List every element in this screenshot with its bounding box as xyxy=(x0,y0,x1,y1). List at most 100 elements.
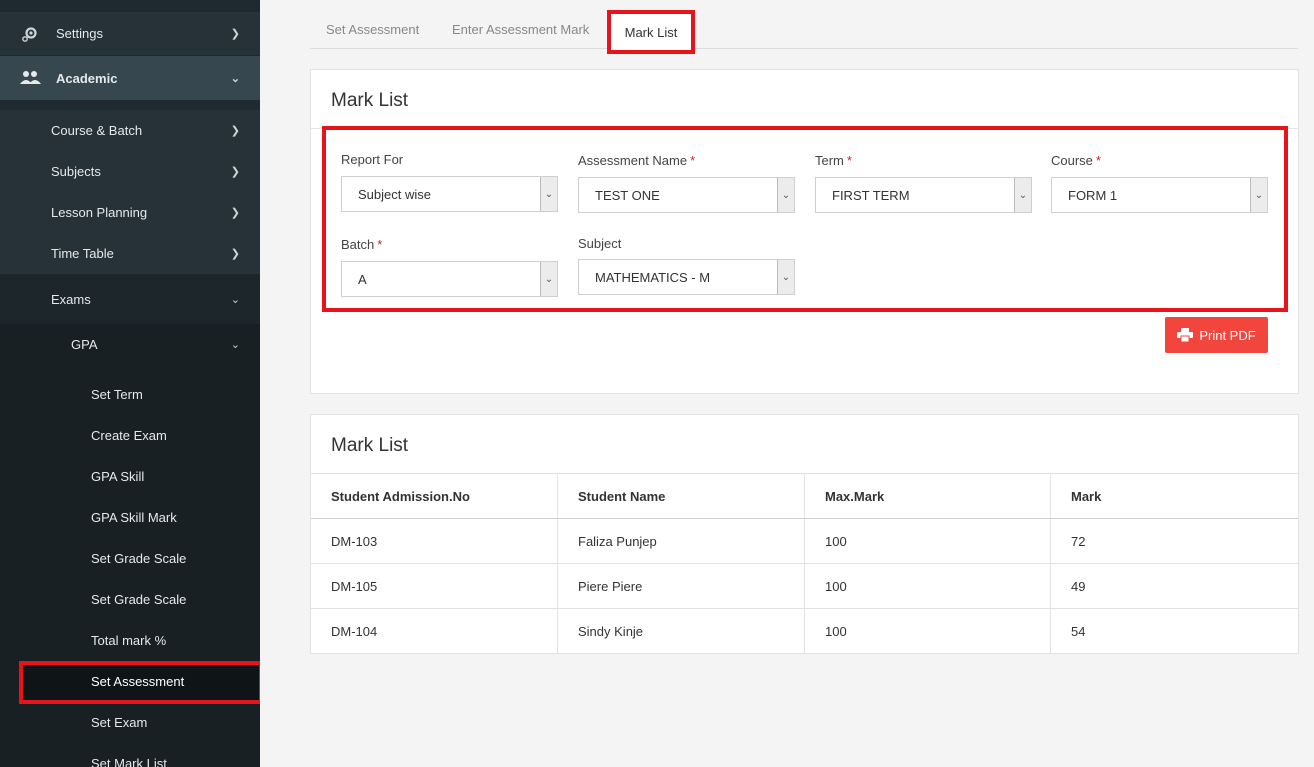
table-cell: Faliza Punjep xyxy=(558,519,805,563)
required-mark: * xyxy=(846,153,852,168)
sidebar-item-set-exam[interactable]: Set Exam xyxy=(0,702,260,743)
sidebar-item-total-mark[interactable]: Total mark % xyxy=(0,620,260,661)
course-label: Course * xyxy=(1051,153,1101,168)
sidebar-item-label: Set Assessment xyxy=(91,674,185,689)
gear-icon xyxy=(22,26,37,42)
term-label: Term * xyxy=(815,153,852,168)
label-text: Term xyxy=(815,153,844,168)
batch-select[interactable]: A ⌄ xyxy=(341,261,558,297)
sidebar-item-label: Course & Batch xyxy=(51,123,143,138)
tab-bar: Set Assessment Enter Assessment Mark Mar… xyxy=(310,10,1298,54)
table-row: DM-103 Faliza Punjep 100 72 xyxy=(311,518,1298,563)
sidebar: Settings ❯ Academic ⌄ Course & Batch ❯ S… xyxy=(0,0,260,767)
sidebar-item-time-table[interactable]: Time Table ❯ xyxy=(0,233,260,274)
sidebar-item-gpa-skill[interactable]: GPA Skill xyxy=(0,456,260,497)
sidebar-item-label: Exams xyxy=(51,291,91,307)
sidebar-item-set-grade-scale[interactable]: Set Grade Scale xyxy=(0,538,260,579)
required-mark: * xyxy=(1095,153,1101,168)
table-row: DM-105 Piere Piere 100 49 xyxy=(311,563,1298,608)
sidebar-item-label: Subjects xyxy=(51,164,101,179)
table-cell: DM-105 xyxy=(311,564,558,608)
sidebar-item-lesson-planning[interactable]: Lesson Planning ❯ xyxy=(0,192,260,233)
table-cell: 100 xyxy=(805,564,1051,608)
sidebar-item-label: Set Mark List xyxy=(91,756,167,767)
chevron-down-icon: ⌄ xyxy=(230,293,240,306)
select-arrow-icon: ⌄ xyxy=(540,262,557,296)
sidebar-item-gpa[interactable]: GPA ⌄ xyxy=(0,324,260,365)
sidebar-item-label: GPA Skill Mark xyxy=(91,510,177,525)
select-arrow-icon: ⌄ xyxy=(777,178,794,212)
table-cell: 54 xyxy=(1071,623,1086,639)
table-cell: Piere Piere xyxy=(558,564,805,608)
subject-select[interactable]: MATHEMATICS - M ⌄ xyxy=(578,259,795,295)
chevron-right-icon: ❯ xyxy=(230,28,240,40)
table-cell: DM-103 xyxy=(311,519,558,563)
course-select[interactable]: FORM 1 ⌄ xyxy=(1051,177,1268,213)
select-value: FIRST TERM xyxy=(832,187,910,203)
sidebar-item-label: Set Exam xyxy=(91,715,148,730)
select-arrow-icon: ⌄ xyxy=(540,177,557,211)
sidebar-item-gpa-skill-mark[interactable]: GPA Skill Mark xyxy=(0,497,260,538)
sidebar-item-exams[interactable]: Exams ⌄ xyxy=(0,274,260,324)
sidebar-item-label: Time Table xyxy=(51,246,114,261)
label-text: Course xyxy=(1051,153,1093,168)
chevron-right-icon: ❯ xyxy=(230,125,240,137)
select-value: FORM 1 xyxy=(1068,187,1118,203)
tab-mark-list[interactable]: Mark List xyxy=(607,10,695,54)
required-mark: * xyxy=(690,153,696,168)
sidebar-item-label: Academic xyxy=(56,70,118,86)
sidebar-item-set-term[interactable]: Set Term xyxy=(0,374,260,415)
column-header: Student Admission.No xyxy=(311,474,558,518)
tab-label: Mark List xyxy=(624,24,678,40)
assessment-name-label: Assessment Name * xyxy=(578,153,695,168)
table-row: DM-104 Sindy Kinje 100 54 xyxy=(311,608,1298,653)
chevron-right-icon: ❯ xyxy=(230,207,240,219)
users-icon xyxy=(20,71,41,84)
sidebar-item-course-batch[interactable]: Course & Batch ❯ xyxy=(0,110,260,151)
report-for-select[interactable]: Subject wise ⌄ xyxy=(341,176,558,212)
sidebar-item-label: Lesson Planning xyxy=(51,205,148,220)
select-value: MATHEMATICS - M xyxy=(595,269,711,285)
print-pdf-button[interactable]: Print PDF xyxy=(1165,317,1268,353)
table-cell: Sindy Kinje xyxy=(558,609,805,653)
column-header: Max.Mark xyxy=(805,474,1051,518)
subject-label: Subject xyxy=(578,236,622,251)
table-cell: DM-104 xyxy=(311,609,558,653)
assessment-name-select[interactable]: TEST ONE ⌄ xyxy=(578,177,795,213)
select-arrow-icon: ⌄ xyxy=(1250,178,1267,212)
sidebar-item-create-exam[interactable]: Create Exam xyxy=(0,415,260,456)
sidebar-item-label: Create Exam xyxy=(91,428,167,443)
term-select[interactable]: FIRST TERM ⌄ xyxy=(815,177,1032,213)
sidebar-item-label: GPA xyxy=(71,337,98,352)
column-header: Student Name xyxy=(558,474,805,518)
batch-label: Batch * xyxy=(341,237,382,252)
tab-enter-assessment-mark[interactable]: Enter Assessment Mark xyxy=(452,22,589,37)
button-label: Print PDF xyxy=(1199,327,1256,343)
column-header: Mark xyxy=(1071,488,1102,504)
table-header: Student Admission.No Student Name Max.Ma… xyxy=(311,473,1298,518)
tab-set-assessment[interactable]: Set Assessment xyxy=(326,22,419,37)
sidebar-item-label: Total mark % xyxy=(91,633,167,648)
card-title: Mark List xyxy=(331,435,409,456)
printer-icon xyxy=(1177,328,1194,342)
sidebar-item-settings[interactable]: Settings ❯ xyxy=(0,12,260,55)
sidebar-item-set-grade-scale-2[interactable]: Set Grade Scale xyxy=(0,579,260,620)
chevron-down-icon: ⌄ xyxy=(230,339,240,351)
table-cell: 100 xyxy=(805,519,1051,563)
sidebar-item-set-mark-list[interactable]: Set Mark List xyxy=(0,743,260,767)
sidebar-item-label: Set Term xyxy=(91,387,143,402)
chevron-right-icon: ❯ xyxy=(230,166,240,178)
table-cell: 100 xyxy=(805,609,1051,653)
select-arrow-icon: ⌄ xyxy=(777,260,794,294)
select-value: TEST ONE xyxy=(595,187,660,203)
table-cell: 49 xyxy=(1071,578,1086,594)
sidebar-item-set-assessment[interactable]: Set Assessment xyxy=(0,661,260,702)
sidebar-item-subjects[interactable]: Subjects ❯ xyxy=(0,151,260,192)
chevron-right-icon: ❯ xyxy=(230,248,240,260)
label-text: Batch xyxy=(341,237,375,252)
label-text: Assessment Name xyxy=(578,153,688,168)
card-title: Mark List xyxy=(331,90,409,111)
sidebar-item-label: Settings xyxy=(56,26,103,41)
sidebar-item-academic[interactable]: Academic ⌄ xyxy=(0,56,260,100)
report-for-label: Report For xyxy=(341,152,404,167)
